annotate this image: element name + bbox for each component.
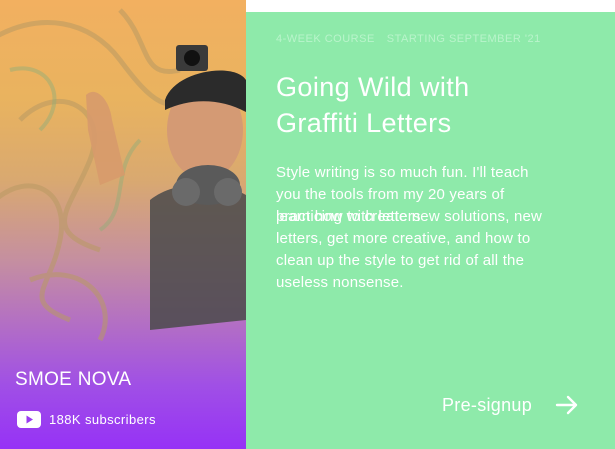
youtube-icon (17, 410, 41, 428)
description-line: letters, get more creative, and how to (276, 230, 531, 247)
description-line: clean up the style to get rid of all the (276, 252, 525, 269)
description-line: Style writing is so much fun. I'll teach (276, 164, 529, 181)
course-duration: 4-WEEK COURSE (276, 33, 375, 45)
course-card: SMOE NOVA 188K subscribers 4-WEEK COURSE… (0, 0, 615, 449)
description-line: useless nonsense. (276, 274, 404, 291)
subscriber-count-label: 188K subscribers (49, 411, 156, 427)
course-meta: 4-WEEK COURSE STARTING SEPTEMBER '21 (276, 33, 541, 45)
creator-photo-panel: SMOE NOVA 188K subscribers (0, 0, 246, 449)
description-fragment: learn how to create new solutions, new (276, 208, 543, 225)
pre-signup-label: Pre-signup (442, 394, 533, 415)
pre-signup-button[interactable]: Pre-signup (442, 387, 580, 423)
subscriber-count: 188K subscribers (17, 410, 156, 428)
course-title-line: Graffiti Letters (276, 108, 452, 138)
course-title-line: Going Wild with (276, 72, 470, 102)
course-title: Going Wild with Graffiti Letters (276, 69, 596, 141)
course-description: Style writing is so much fun. I'll teach… (276, 162, 596, 294)
course-start-date: STARTING SEPTEMBER '21 (386, 33, 541, 45)
description-line: you the tools from my 20 years of (276, 186, 505, 203)
description-line-overlap: practicing with letters learn how to cre… (276, 206, 596, 228)
arrow-right-icon (555, 395, 578, 415)
creator-name: SMOE NOVA (15, 369, 132, 390)
course-info-panel: 4-WEEK COURSE STARTING SEPTEMBER '21 Goin… (246, 12, 615, 449)
